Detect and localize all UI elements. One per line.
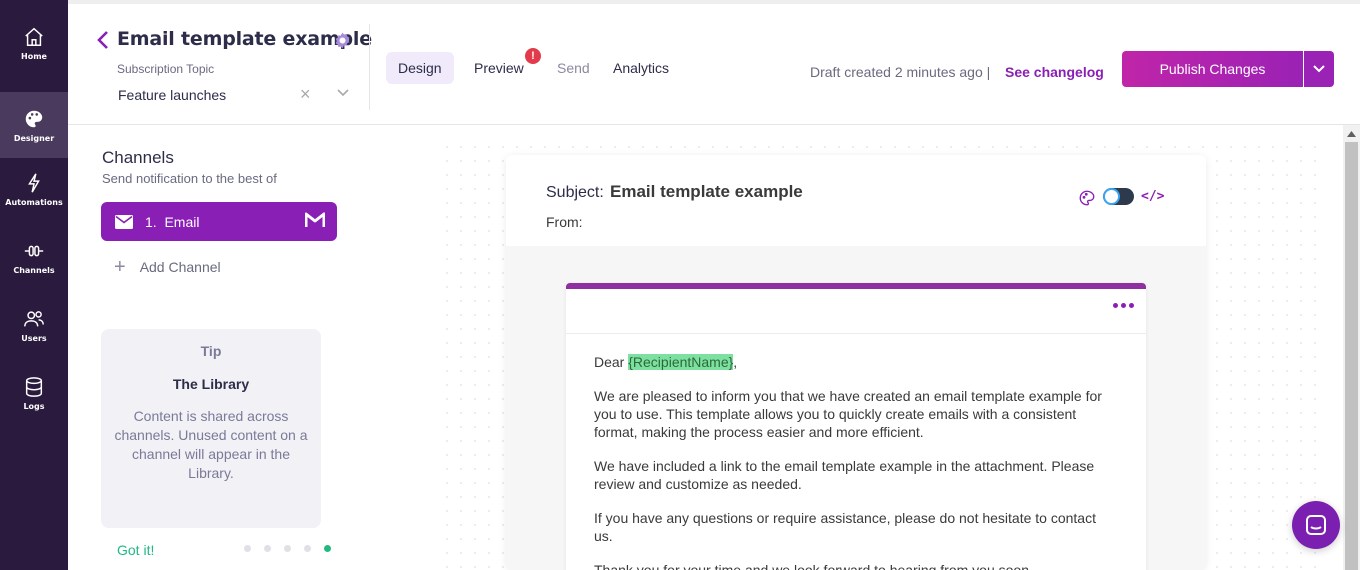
email-preview-card: Subject: Email template example From: </… — [506, 155, 1206, 570]
body-paragraph: We are pleased to inform you that we hav… — [594, 388, 1102, 440]
chat-icon — [1306, 515, 1326, 535]
body-paragraph: Thank you for your time and we look forw… — [594, 562, 1033, 570]
scroll-up-arrow[interactable] — [1343, 125, 1360, 142]
add-channel-label: Add Channel — [139, 259, 221, 275]
tip-body: Content is shared across channels. Unuse… — [114, 408, 308, 481]
got-it-button[interactable]: Got it! — [117, 542, 154, 558]
sidebar-item-label: Home — [21, 51, 47, 61]
sidebar: Home Designer Automations Channels Users… — [0, 0, 68, 570]
more-options-icon[interactable] — [1113, 303, 1134, 308]
add-channel-button[interactable]: + Add Channel — [114, 256, 221, 278]
divider — [566, 333, 1146, 334]
sidebar-item-automations[interactable]: Automations — [0, 156, 68, 222]
subject-label: Subject: — [546, 184, 604, 201]
from-label: From: — [546, 214, 583, 230]
plus-icon: + — [114, 256, 126, 278]
chat-button[interactable] — [1292, 501, 1340, 549]
chevron-down-icon[interactable] — [336, 88, 350, 98]
publish-button[interactable]: Publish Changes — [1122, 51, 1303, 87]
sidebar-item-users[interactable]: Users — [0, 292, 68, 358]
toggle-knob — [1105, 190, 1118, 203]
home-icon — [25, 27, 43, 46]
scrollbar-thumb[interactable] — [1345, 142, 1358, 570]
gmail-icon — [305, 212, 325, 227]
greeting-suffix: , — [733, 354, 738, 370]
greeting-prefix: Dear — [594, 354, 629, 370]
pager-dot[interactable] — [304, 545, 311, 552]
sidebar-item-designer[interactable]: Designer — [0, 92, 68, 158]
database-icon — [25, 376, 43, 397]
tip-heading: Tip — [200, 343, 222, 359]
channel-item-label: 1. Email — [145, 213, 200, 230]
sidebar-item-label: Channels — [13, 265, 55, 275]
page-header: Email template example Subscription Topi… — [68, 0, 1360, 125]
sidebar-item-home[interactable]: Home — [0, 10, 68, 76]
pager-dot-active[interactable] — [324, 545, 331, 552]
draft-status: Draft created 2 minutes ago | — [810, 64, 991, 80]
palette-icon — [25, 110, 43, 127]
sidebar-item-logs[interactable]: Logs — [0, 360, 68, 426]
tip-title: The Library — [172, 376, 250, 392]
warning-badge: ! — [525, 48, 541, 64]
code-view-icon[interactable]: </> — [1141, 189, 1164, 204]
design-toggle[interactable] — [1103, 188, 1134, 205]
changelog-link[interactable]: See changelog — [1005, 64, 1104, 80]
chevron-down-icon — [1313, 65, 1325, 73]
sidebar-item-label: Logs — [23, 401, 45, 411]
channel-item-email[interactable]: 1. Email — [101, 202, 337, 241]
pager-dot[interactable] — [264, 545, 271, 552]
gear-icon[interactable] — [333, 31, 352, 50]
lightning-icon — [28, 172, 40, 193]
email-header: Subject: Email template example From: </… — [506, 155, 1206, 246]
triangle-up-icon — [1347, 130, 1356, 137]
sidebar-item-label: Designer — [13, 133, 55, 143]
body-paragraph: We have included a link to the email tem… — [594, 458, 1095, 492]
clear-icon[interactable]: × — [300, 84, 311, 105]
pager-dot[interactable] — [244, 545, 251, 552]
sidebar-item-label: Automations — [5, 197, 63, 207]
channels-title: Channels — [102, 148, 174, 167]
recipient-variable-tag[interactable]: {RecipientName} — [628, 354, 734, 370]
tab-analytics[interactable]: Analytics — [601, 52, 681, 84]
palette-icon[interactable] — [1078, 189, 1096, 207]
subscription-topic-label: Subscription Topic — [117, 62, 215, 76]
sidebar-item-channels[interactable]: Channels — [0, 224, 68, 290]
chevron-left-icon[interactable] — [96, 30, 110, 50]
publish-options-button[interactable] — [1304, 51, 1334, 87]
mail-icon — [115, 214, 133, 229]
users-icon — [24, 310, 44, 326]
divider — [369, 24, 370, 110]
email-body-card: Dear {RecipientName}, We are pleased to … — [566, 283, 1146, 570]
body-paragraph: If you have any questions or require ass… — [594, 510, 1096, 544]
channels-icon — [24, 245, 44, 256]
channels-subtitle: Send notification to the best of — [102, 171, 277, 186]
tip-card: Tip The Library Content is shared across… — [101, 329, 321, 528]
pager-dot[interactable] — [284, 545, 291, 552]
subscription-topic-select[interactable]: Feature launches — [118, 87, 226, 103]
greeting: Dear {RecipientName}, — [594, 353, 1118, 371]
tab-send[interactable]: Send — [545, 52, 602, 84]
email-body-text[interactable]: Dear {RecipientName}, We are pleased to … — [594, 353, 1118, 570]
sidebar-item-label: Users — [21, 333, 47, 343]
subject-value[interactable]: Email template example — [610, 182, 803, 202]
tab-design[interactable]: Design — [386, 52, 454, 84]
